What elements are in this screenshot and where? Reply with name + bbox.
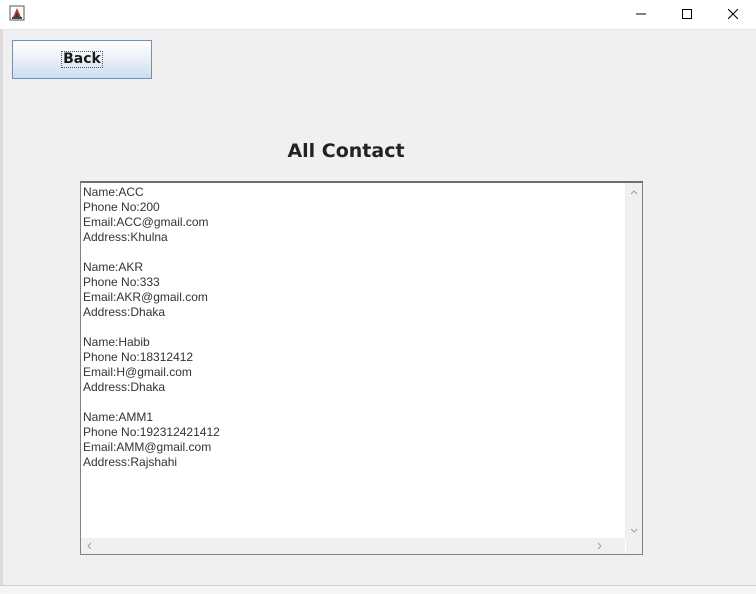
window-left-edge [0, 29, 3, 585]
scroll-left-icon[interactable] [84, 541, 94, 551]
maximize-button[interactable] [664, 0, 710, 28]
contact-entry: Name:AKR Phone No:333 Email:AKR@gmail.co… [83, 260, 625, 320]
contact-phone: Phone No:18312412 [83, 350, 194, 364]
scroll-down-icon[interactable] [629, 526, 639, 536]
back-button-label: Back [61, 51, 103, 68]
minimize-button[interactable] [618, 0, 664, 28]
contact-address: Address:Rajshahi [83, 455, 178, 469]
contact-address: Address:Khulna [83, 230, 168, 244]
close-icon [728, 9, 738, 19]
contact-name: Name:AMM1 [83, 410, 154, 424]
minimize-icon [636, 9, 646, 19]
contact-address: Address:Dhaka [83, 380, 166, 394]
contact-email: Email:AMM@gmail.com [83, 440, 212, 454]
title-bar [0, 0, 756, 28]
contact-phone: Phone No:333 [83, 275, 160, 289]
contacts-text-area[interactable]: Name:ACC Phone No:200 Email:ACC@gmail.co… [81, 183, 625, 540]
back-button[interactable]: Back [12, 40, 152, 79]
contact-address: Address:Dhaka [83, 305, 166, 319]
horizontal-scrollbar[interactable] [81, 538, 625, 554]
maximize-icon [682, 9, 692, 19]
scrollbar-corner [626, 539, 642, 554]
scroll-up-icon[interactable] [629, 187, 639, 197]
contact-phone: Phone No:200 [83, 200, 160, 214]
contact-email: Email:ACC@gmail.com [83, 215, 209, 229]
contact-name: Name:ACC [83, 185, 144, 199]
scroll-right-icon[interactable] [595, 541, 605, 551]
java-cup-icon[interactable] [9, 5, 25, 21]
contact-phone: Phone No:192312421412 [83, 425, 220, 439]
contact-email: Email:AKR@gmail.com [83, 290, 208, 304]
page-title: All Contact [287, 140, 405, 162]
contact-entry: Name:Habib Phone No:18312412 Email:H@gma… [83, 335, 625, 395]
contact-entry: Name:ACC Phone No:200 Email:ACC@gmail.co… [83, 185, 625, 245]
contacts-scroll-pane[interactable]: Name:ACC Phone No:200 Email:ACC@gmail.co… [80, 181, 643, 555]
contact-email: Email:H@gmail.com [83, 365, 192, 379]
close-button[interactable] [710, 0, 756, 28]
vertical-scrollbar[interactable] [625, 183, 642, 540]
contact-name: Name:Habib [83, 335, 150, 349]
contact-name: Name:AKR [83, 260, 144, 274]
contact-entry: Name:AMM1 Phone No:192312421412 Email:AM… [83, 410, 625, 470]
